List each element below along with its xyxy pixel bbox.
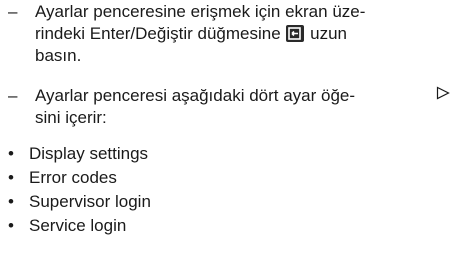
paragraph-line: basın.: [35, 46, 82, 65]
dash-marker: –: [8, 86, 18, 105]
list-item: • Service login: [8, 214, 151, 238]
bullet-marker: •: [8, 144, 14, 163]
bullet-marker: •: [8, 168, 14, 187]
paragraph-line: sini içerir:: [35, 108, 107, 127]
list-item-label: Error codes: [29, 168, 117, 187]
bullet-marker: •: [8, 216, 14, 235]
list-item-label: Service login: [29, 216, 127, 235]
list-item: • Supervisor login: [8, 190, 151, 214]
dash-marker: –: [8, 2, 18, 21]
list-item: • Display settings: [8, 142, 151, 166]
paragraph-line: Ayarlar penceresine erişmek için ekran ü…: [35, 2, 366, 21]
paragraph-line: rindeki Enter/Değiştir düğmesine uzun: [35, 23, 435, 45]
settings-item-list: • Display settings • Error codes • Supervis…: [8, 142, 151, 238]
triangle-right-outline-icon: [436, 86, 450, 100]
paragraph-text: uzun: [310, 24, 348, 43]
enter-change-icon: [286, 25, 305, 42]
document-page: – Ayarlar penceresine erişmek için ekran…: [0, 0, 457, 261]
paragraph-line: Ayarlar penceresi aşağıdaki dört ayar öğ…: [35, 86, 356, 105]
list-item-label: Display settings: [29, 144, 149, 163]
list-item-label: Supervisor login: [29, 192, 151, 211]
instruction-paragraph-enter: – Ayarlar penceresine erişmek için ekran…: [8, 1, 428, 69]
list-item: • Error codes: [8, 166, 151, 190]
paragraph-text: rindeki Enter/Değiştir düğmesine: [35, 24, 281, 43]
bullet-marker: •: [8, 192, 14, 211]
instruction-paragraph-settings: – Ayarlar penceresi aşağıdaki dört ayar …: [8, 85, 428, 131]
